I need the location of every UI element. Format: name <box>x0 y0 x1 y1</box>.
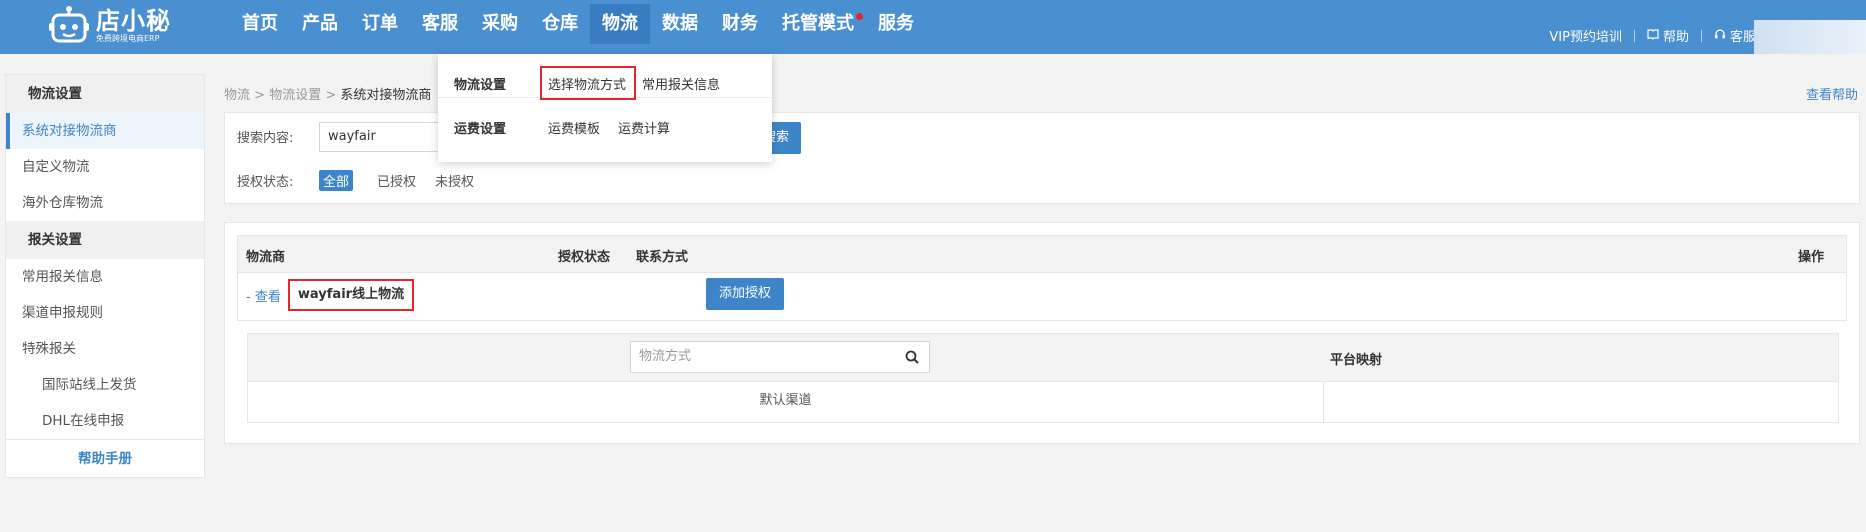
sidebar-item-special-customs[interactable]: 特殊报关 <box>6 331 204 367</box>
nav-data[interactable]: 数据 <box>650 4 710 44</box>
sidebar-group-logistics-settings: 物流设置 <box>6 75 204 113</box>
vip-training-link[interactable]: VIP预约培训 <box>1549 26 1622 45</box>
help-label: 帮助 <box>1662 30 1689 45</box>
filter-authorized[interactable]: 已授权 <box>373 170 420 191</box>
search-label: 搜索内容: <box>237 131 294 146</box>
search-icon[interactable] <box>905 342 919 372</box>
book-icon <box>1647 28 1659 43</box>
channel-mapping-table: 物流方式 平台映射 默认渠道 <box>247 333 1839 423</box>
carrier-table-panel: 物流商 授权状态 联系方式 操作 - 查看 wayfair线上物流 添加授权 物… <box>224 222 1860 444</box>
nav-home[interactable]: 首页 <box>230 4 290 44</box>
col-actions: 操作 <box>1798 250 1825 265</box>
help-link[interactable]: 帮助 <box>1647 26 1689 45</box>
breadcrumb: 物流 > 物流设置 > 系统对接物流商 <box>224 88 432 103</box>
help-manual-link[interactable]: 帮助手册 <box>6 439 204 477</box>
sidebar-item-customs-info[interactable]: 常用报关信息 <box>6 259 204 295</box>
table-header: 物流商 授权状态 联系方式 操作 <box>237 235 1847 273</box>
expand-toggle-link[interactable]: - 查看 <box>246 286 281 305</box>
channel-mapping-header: 物流方式 平台映射 <box>248 334 1838 382</box>
menu-item-freight-template[interactable]: 运费模板 <box>548 118 600 137</box>
filter-unauthorized[interactable]: 未授权 <box>431 170 478 191</box>
breadcrumb-logistics-settings[interactable]: 物流设置 <box>269 88 321 103</box>
nav-finance[interactable]: 财务 <box>710 4 770 44</box>
logistics-method-placeholder: 物流方式 <box>639 349 692 364</box>
breadcrumb-current: 系统对接物流商 <box>340 88 432 103</box>
view-help-link[interactable]: 查看帮助 <box>1806 84 1858 103</box>
auth-status-label: 授权状态: <box>237 175 294 190</box>
logistics-dropdown-menu: 物流设置 选择物流方式 常用报关信息 运费设置 运费模板 运费计算 <box>438 54 772 162</box>
table-row: - 查看 wayfair线上物流 添加授权 <box>237 273 1847 321</box>
sidebar-item-intl-online-shipping[interactable]: 国际站线上发货 <box>6 367 204 403</box>
sidebar-item-dhl-declaration[interactable]: DHL在线申报 <box>6 403 204 439</box>
sidebar-item-overseas-warehouse[interactable]: 海外仓库物流 <box>6 185 204 221</box>
col-auth-status: 授权状态 <box>558 250 611 265</box>
notification-dot <box>856 13 863 20</box>
nav-orders[interactable]: 订单 <box>350 4 410 44</box>
nav-products[interactable]: 产品 <box>290 4 350 44</box>
breadcrumb-logistics[interactable]: 物流 <box>224 88 250 103</box>
top-navigation-bar: 店小秘 免费跨境电商ERP 首页 产品 订单 客服 采购 仓库 物流 数据 财务… <box>0 0 1866 54</box>
customer-service-link[interactable]: 客服 <box>1714 26 1756 45</box>
divider <box>1633 29 1635 42</box>
robot-logo-icon <box>48 5 90 47</box>
sidebar: 物流设置 系统对接物流商 自定义物流 海外仓库物流 报关设置 常用报关信息 渠道… <box>5 74 205 478</box>
carrier-name: wayfair线上物流 <box>288 279 414 311</box>
customer-service-label: 客服 <box>1729 30 1756 45</box>
right-nav: VIP预约培训 帮助 客服 <box>1549 26 1756 45</box>
nav-managed-mode[interactable]: 托管模式 <box>770 4 866 44</box>
nav-services[interactable]: 服务 <box>866 4 926 44</box>
platform-mapping-header: 平台映射 <box>1330 353 1383 368</box>
sidebar-group-customs-settings: 报关设置 <box>6 221 204 259</box>
menu-item-customs-info[interactable]: 常用报关信息 <box>642 74 720 93</box>
user-account-box[interactable] <box>1754 20 1866 54</box>
nav-warehouse[interactable]: 仓库 <box>530 4 590 44</box>
nav-purchase[interactable]: 采购 <box>470 4 530 44</box>
menu-item-select-logistics-method[interactable]: 选择物流方式 <box>548 74 626 93</box>
logo-title: 店小秘 <box>96 7 171 35</box>
col-carrier: 物流商 <box>246 250 286 265</box>
nav-managed-mode-label: 托管模式 <box>782 13 854 34</box>
col-contact: 联系方式 <box>636 250 689 265</box>
filter-all[interactable]: 全部 <box>319 170 354 191</box>
channel-mapping-row: 默认渠道 <box>248 382 1838 422</box>
sidebar-item-custom-logistics[interactable]: 自定义物流 <box>6 149 204 185</box>
divider <box>1700 29 1702 42</box>
dropdown-category-logistics-settings: 物流设置 <box>454 78 507 93</box>
logo-subtitle: 免费跨境电商ERP <box>96 34 160 43</box>
default-channel-cell: 默认渠道 <box>248 382 1324 422</box>
nav-logistics[interactable]: 物流 <box>590 4 650 44</box>
logistics-method-search-input[interactable]: 物流方式 <box>630 341 930 373</box>
menu-item-freight-calculator[interactable]: 运费计算 <box>618 118 670 137</box>
logo[interactable]: 店小秘 免费跨境电商ERP <box>48 2 178 50</box>
main-nav: 首页 产品 订单 客服 采购 仓库 物流 数据 财务 托管模式 服务 <box>230 4 926 54</box>
sidebar-item-channel-rules[interactable]: 渠道申报规则 <box>6 295 204 331</box>
add-authorization-button[interactable]: 添加授权 <box>706 278 784 310</box>
dropdown-row-logistics-settings: 物流设置 选择物流方式 常用报关信息 <box>438 54 772 100</box>
dropdown-category-freight-settings: 运费设置 <box>454 122 507 137</box>
nav-customer-service[interactable]: 客服 <box>410 4 470 44</box>
sidebar-item-system-carriers[interactable]: 系统对接物流商 <box>6 113 204 149</box>
headset-icon <box>1714 28 1726 43</box>
dropdown-row-freight-settings: 运费设置 运费模板 运费计算 <box>438 98 772 142</box>
